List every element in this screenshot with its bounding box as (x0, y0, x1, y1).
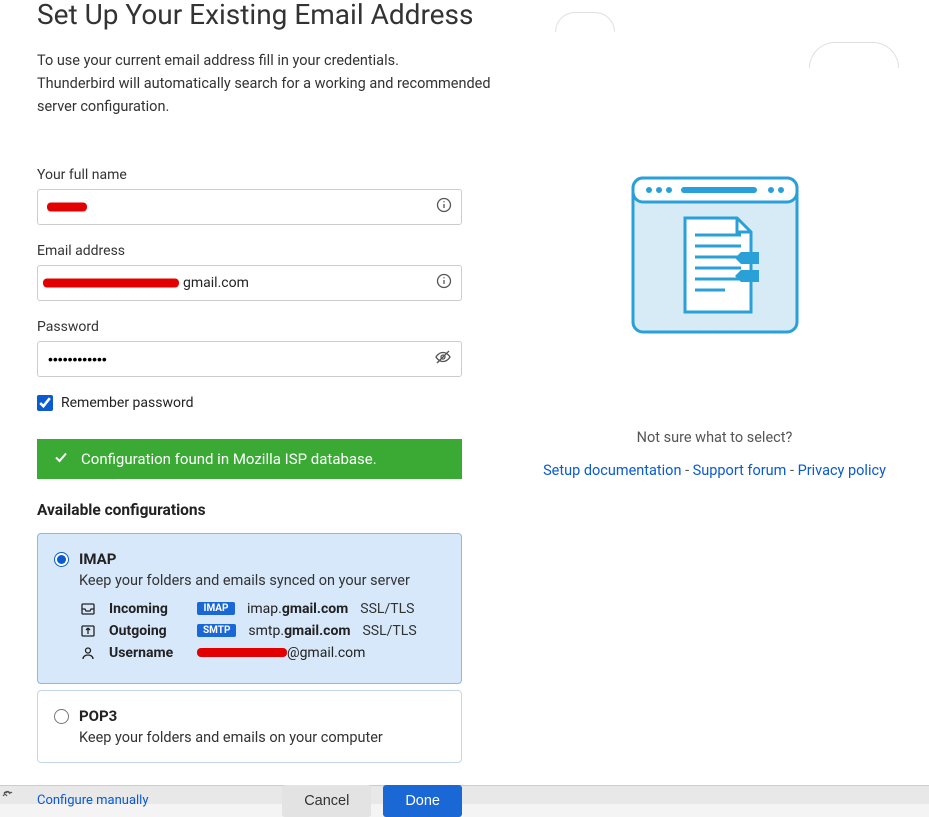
smtp-badge: SMTP (197, 624, 236, 637)
support-forum-link[interactable]: Support forum (693, 462, 787, 479)
help-links: Setup documentation - Support forum - Pr… (500, 462, 929, 479)
outgoing-server: smtp.gmail.com (248, 623, 350, 639)
cancel-button[interactable]: Cancel (282, 785, 371, 817)
cloud-decoration (555, 12, 615, 32)
done-button[interactable]: Done (383, 785, 462, 817)
email-visible-suffix: gmail.com (183, 275, 249, 291)
available-configs-title: Available configurations (37, 501, 500, 519)
username-value: @gmail.com (197, 645, 365, 661)
redacted-name (47, 202, 87, 211)
status-message: Configuration found in Mozilla ISP datab… (81, 450, 377, 468)
outgoing-security: SSL/TLS (362, 623, 416, 639)
outgoing-label: Outgoing (109, 623, 185, 639)
remember-password-label: Remember password (61, 395, 193, 411)
username-label: Username (109, 645, 185, 661)
email-label: Email address (37, 243, 500, 259)
config-pop3[interactable]: POP3 Keep your folders and emails on you… (37, 690, 462, 763)
incoming-security: SSL/TLS (360, 601, 414, 617)
password-input[interactable] (37, 341, 462, 377)
redacted-email (43, 278, 179, 287)
desc-line-1: To use your current email address fill i… (37, 52, 399, 69)
setup-doc-link[interactable]: Setup documentation (543, 462, 681, 479)
eye-off-icon[interactable] (434, 348, 452, 370)
privacy-policy-link[interactable]: Privacy policy (798, 462, 886, 479)
page-description: To use your current email address fill i… (37, 49, 500, 119)
help-prompt: Not sure what to select? (500, 429, 929, 446)
password-label: Password (37, 319, 500, 335)
imap-title: IMAP (79, 550, 417, 568)
info-icon[interactable] (436, 197, 452, 217)
illustration (625, 170, 805, 344)
incoming-server: imap.gmail.com (247, 601, 348, 617)
pop3-title: POP3 (79, 707, 383, 725)
imap-desc: Keep your folders and emails synced on y… (79, 572, 417, 589)
imap-radio[interactable] (54, 552, 69, 567)
incoming-row: Incoming IMAP imap.gmail.com SSL/TLS (79, 601, 417, 617)
redacted-username (197, 648, 287, 657)
imap-badge: IMAP (197, 602, 235, 615)
pop3-radio[interactable] (54, 709, 69, 724)
config-imap[interactable]: IMAP Keep your folders and emails synced… (37, 533, 462, 684)
full-name-label: Your full name (37, 167, 500, 183)
desc-line-2: Thunderbird will automatically search fo… (37, 75, 491, 115)
inbox-icon (79, 601, 97, 617)
pop3-desc: Keep your folders and emails on your com… (79, 729, 383, 746)
incoming-label: Incoming (109, 601, 185, 617)
page-title: Set Up Your Existing Email Address (37, 0, 500, 31)
remember-password-checkbox[interactable] (37, 395, 53, 411)
info-icon[interactable] (436, 273, 452, 293)
configure-manually-link[interactable]: Configure manually (37, 793, 149, 808)
username-row: Username @gmail.com (79, 645, 417, 661)
cloud-decoration (809, 42, 899, 68)
status-banner: Configuration found in Mozilla ISP datab… (37, 439, 462, 479)
sound-icon (2, 786, 16, 804)
check-icon (53, 449, 69, 469)
outbox-icon (79, 623, 97, 639)
full-name-input[interactable] (37, 189, 462, 225)
user-icon (79, 645, 97, 661)
outgoing-row: Outgoing SMTP smtp.gmail.com SSL/TLS (79, 623, 417, 639)
